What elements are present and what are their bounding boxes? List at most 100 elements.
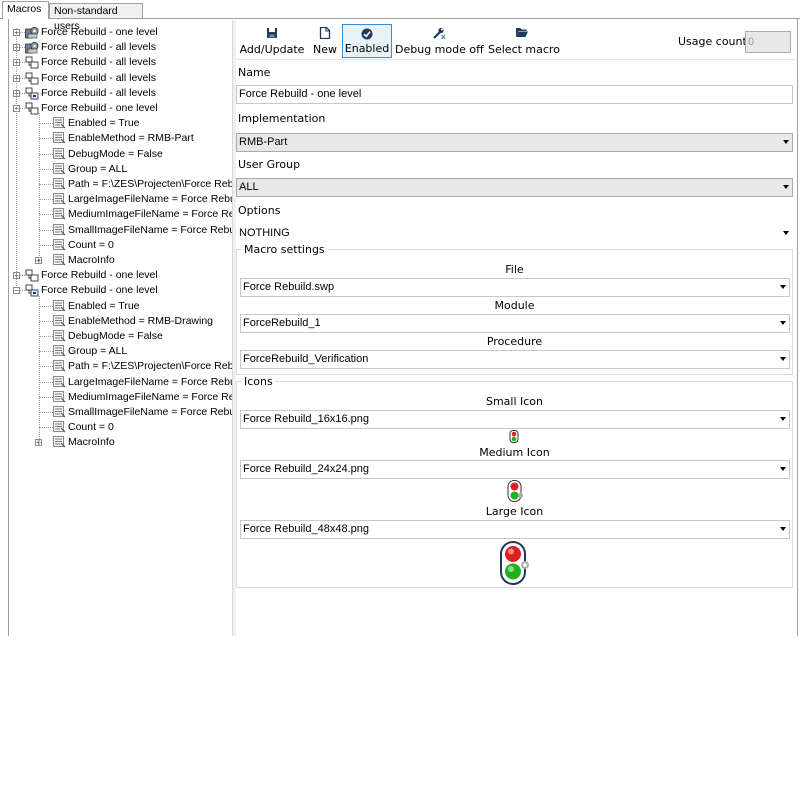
user-group-select[interactable]: ALL xyxy=(236,178,793,197)
tree-property-item[interactable]: MacroInfo xyxy=(68,253,115,268)
tree-property-item[interactable]: Count = 0 xyxy=(68,420,114,435)
tree-macro-item[interactable]: Force Rebuild - all levels xyxy=(41,71,156,86)
tree-macro-item[interactable]: Force Rebuild - one level xyxy=(41,283,158,298)
select-macro-label: Select macro xyxy=(488,43,560,56)
usage-count-label: Usage count xyxy=(678,35,747,48)
tree-connector xyxy=(39,199,53,201)
implementation-select[interactable]: RMB-Part xyxy=(236,133,793,152)
user-group-label: User Group xyxy=(238,158,301,171)
collapse-toggle[interactable]: − xyxy=(13,287,20,295)
tree-macro-item[interactable]: Force Rebuild - one level xyxy=(41,25,158,40)
module-value: ForceRebuild_1 xyxy=(243,317,321,329)
new-button[interactable]: New xyxy=(310,24,340,58)
tree-property-item[interactable]: LargeImageFileName = Force Rebuild_48x48… xyxy=(68,375,232,390)
large-icon-select[interactable]: Force Rebuild_48x48.png xyxy=(240,520,790,539)
tree-property-item[interactable]: Path = F:\ZES\Projecten\Force Rebuild xyxy=(68,177,232,192)
options-select[interactable]: NOTHING xyxy=(236,224,793,243)
tree-connector xyxy=(39,295,40,445)
debug-mode-label: Debug mode off xyxy=(395,43,484,56)
name-input[interactable]: Force Rebuild - one level xyxy=(236,85,793,104)
tree-connector xyxy=(39,336,53,337)
chevron-down-icon xyxy=(780,417,786,421)
debug-wrench-icon xyxy=(432,27,446,43)
implementation-value: RMB-Part xyxy=(239,136,288,148)
checkmark-circle-icon xyxy=(361,28,373,43)
tree-property-item[interactable]: Enabled = True xyxy=(68,116,140,131)
tree-macro-item[interactable]: Force Rebuild - all levels xyxy=(41,55,156,70)
toolbar-divider xyxy=(235,59,795,60)
tree-property-item[interactable]: Path = F:\ZES\Projecten\Force Rebuild xyxy=(68,359,232,374)
usage-count-field: 0 xyxy=(745,31,791,53)
tree-macro-item[interactable]: Force Rebuild - all levels xyxy=(41,86,156,101)
medium-icon-label: Medium Icon xyxy=(479,446,550,459)
options-label: Options xyxy=(238,204,281,217)
tree-connector xyxy=(39,113,40,263)
assembly-icon xyxy=(25,102,39,115)
tree-connector xyxy=(39,427,53,429)
medium-icon-value: Force Rebuild_24x24.png xyxy=(243,463,369,475)
macro-gear-icon xyxy=(25,26,39,39)
tree-connector xyxy=(39,351,53,353)
tree-connector xyxy=(39,244,53,246)
property-icon xyxy=(53,147,66,160)
property-icon xyxy=(53,421,66,433)
tree-property-item[interactable]: MediumImageFileName = Force Rebuild_24x2… xyxy=(68,390,232,405)
implementation-label: Implementation xyxy=(238,112,326,125)
macro-tree[interactable]: + Force Rebuild - one level + Force Rebuild… xyxy=(9,20,232,636)
chevron-down-icon xyxy=(783,231,789,235)
tree-property-item[interactable]: DebugMode = False xyxy=(68,147,163,162)
add-update-button[interactable]: Add/Update xyxy=(238,24,306,58)
tree-connector xyxy=(39,366,53,368)
debug-mode-button[interactable]: Debug mode off xyxy=(395,24,484,58)
tree-connector xyxy=(39,229,53,231)
tree-connector xyxy=(39,168,53,170)
tree-connector xyxy=(39,305,53,307)
select-macro-button[interactable]: Select macro xyxy=(488,24,560,58)
property-icon xyxy=(53,254,66,266)
tree-property-item[interactable]: DebugMode = False xyxy=(68,329,163,344)
tab-non-standard-users[interactable]: Non-standard users xyxy=(49,3,143,32)
property-icon xyxy=(53,330,66,342)
chevron-down-icon xyxy=(783,185,789,189)
file-select[interactable]: Force Rebuild.swp xyxy=(240,278,790,297)
add-update-label: Add/Update xyxy=(239,43,305,56)
procedure-select[interactable]: ForceRebuild_Verification xyxy=(240,350,790,369)
property-icon xyxy=(53,132,66,144)
enabled-label: Enabled xyxy=(344,42,390,55)
chevron-down-icon xyxy=(780,527,786,531)
tree-property-item[interactable]: SmallImageFileName = Force Rebuild_16x16… xyxy=(68,223,232,238)
tree-property-item[interactable]: SmallImageFileName = Force Rebuild_16x16… xyxy=(68,405,232,420)
tree-connector xyxy=(39,184,53,185)
property-icon xyxy=(53,208,66,220)
tree-property-item[interactable]: Group = ALL xyxy=(68,162,127,177)
tree-property-item[interactable]: Group = ALL xyxy=(68,344,127,359)
tree-property-item[interactable]: LargeImageFileName = Force Rebuild_48x48… xyxy=(68,192,232,207)
tree-property-item[interactable]: MacroInfo xyxy=(68,435,115,450)
tree-property-item[interactable]: EnableMethod = RMB-Drawing xyxy=(68,314,213,329)
tree-property-item[interactable]: EnableMethod = RMB-Part xyxy=(68,131,194,146)
small-icon-value: Force Rebuild_16x16.png xyxy=(243,413,369,425)
options-value: NOTHING xyxy=(239,227,290,239)
tree-property-item[interactable]: Enabled = True xyxy=(68,299,140,314)
tree-property-item[interactable]: Count = 0 xyxy=(68,238,114,253)
new-label: New xyxy=(313,43,337,56)
small-icon-select[interactable]: Force Rebuild_16x16.png xyxy=(240,410,790,429)
file-label: File xyxy=(505,263,524,276)
tree-macro-item[interactable]: Force Rebuild - all levels xyxy=(41,40,156,55)
tree-macro-item[interactable]: Force Rebuild - one level xyxy=(41,268,158,283)
enabled-toggle-button[interactable]: Enabled xyxy=(342,24,392,58)
property-icon xyxy=(53,436,66,448)
medium-icon-select[interactable]: Force Rebuild_24x24.png xyxy=(240,460,790,479)
procedure-label: Procedure xyxy=(486,335,543,348)
macro-gear-icon xyxy=(25,41,39,54)
tab-macros[interactable]: Macros xyxy=(2,1,49,19)
tree-macro-item[interactable]: Force Rebuild - one level xyxy=(41,101,158,116)
tree-property-item[interactable]: MediumImageFileName = Force Rebuild_24x2… xyxy=(68,207,232,222)
module-select[interactable]: ForceRebuild_1 xyxy=(240,314,790,333)
file-value: Force Rebuild.swp xyxy=(243,281,335,293)
property-icon xyxy=(53,178,66,190)
property-icon xyxy=(53,223,66,236)
tree-connector xyxy=(16,28,17,287)
large-traffic-light-icon xyxy=(497,541,533,588)
chevron-down-icon xyxy=(780,321,786,325)
